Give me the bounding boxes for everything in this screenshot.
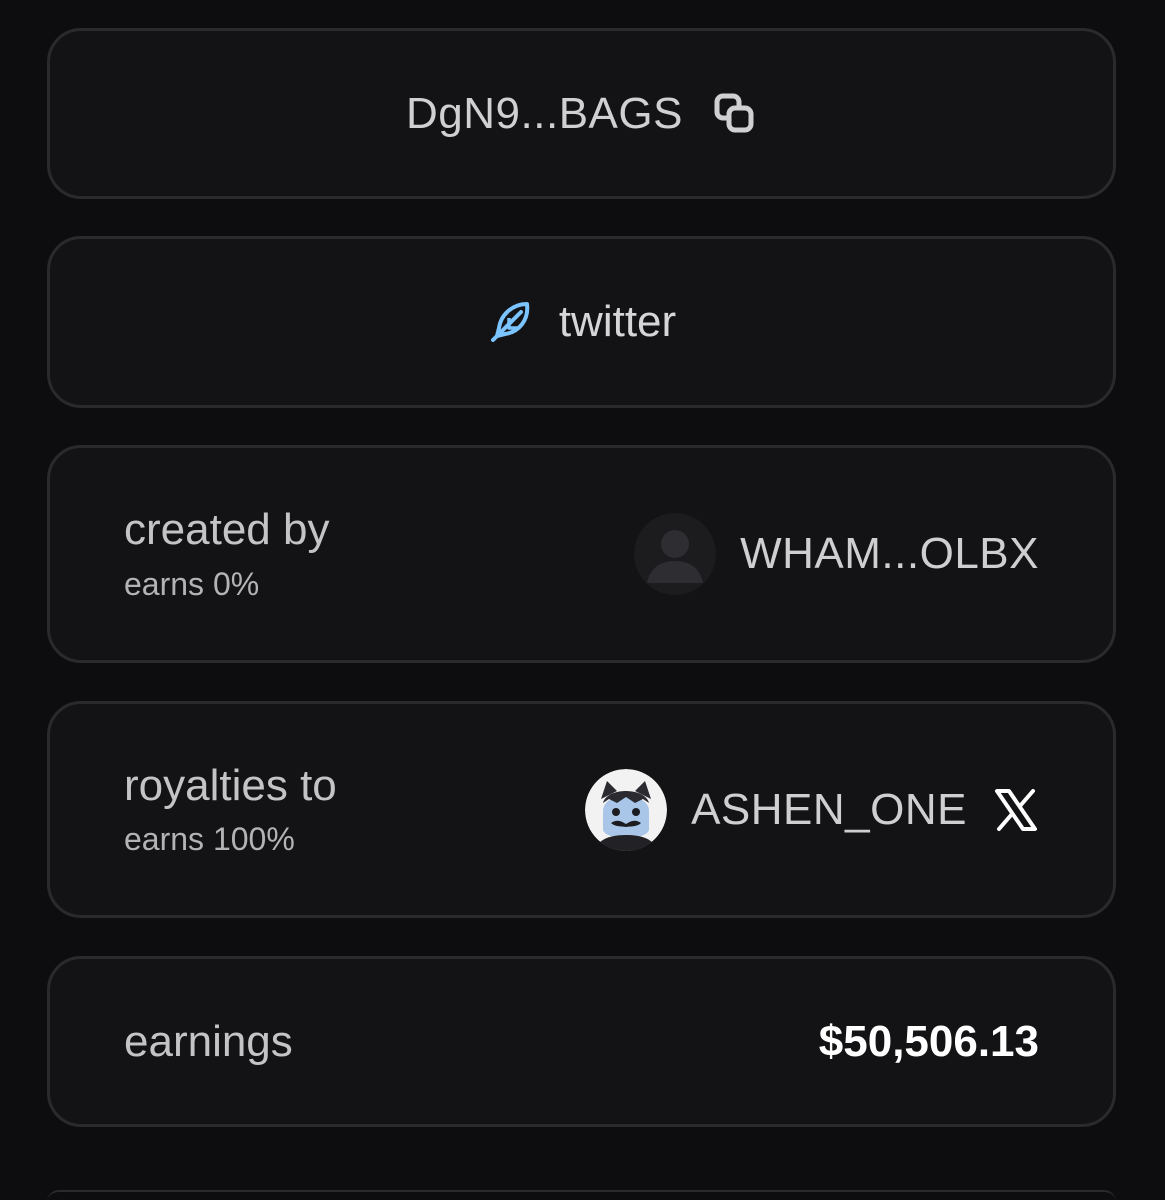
creator-user[interactable]: WHAM...OLBX [634,513,1039,595]
creator-earns: earns 0% [124,565,260,602]
creator-card: created by earns 0% WHAM...OLBX [47,445,1116,663]
token-details-panel: DgN9...BAGS twitter created by earns 0% [0,0,1165,1200]
earnings-value: $50,506.13 [818,1016,1039,1066]
feather-icon [487,298,535,346]
copy-icon[interactable] [713,92,757,136]
default-avatar-icon [634,513,717,595]
royalties-label-group: royalties to earns 100% [124,761,337,859]
royalties-earns: earns 100% [124,821,295,858]
next-card-edge [47,1190,1116,1200]
royalties-user[interactable]: ASHEN_ONE [585,768,1039,851]
ashen-avatar [585,768,668,851]
creator-label: created by [124,505,330,555]
twitter-link-label: twitter [558,297,677,346]
address-card[interactable]: DgN9...BAGS [47,28,1116,199]
contract-address: DgN9...BAGS [406,88,683,138]
creator-label-group: created by earns 0% [124,505,329,603]
twitter-link-card[interactable]: twitter [47,236,1116,408]
earnings-label: earnings [124,1016,293,1066]
royalties-username: ASHEN_ONE [691,784,967,834]
earnings-card: earnings $50,506.13 [47,956,1116,1127]
royalties-label: royalties to [124,760,337,810]
royalties-card: royalties to earns 100% ASHEN_ONE [47,701,1116,918]
x-icon[interactable] [993,787,1039,833]
creator-username: WHAM...OLBX [740,529,1039,578]
